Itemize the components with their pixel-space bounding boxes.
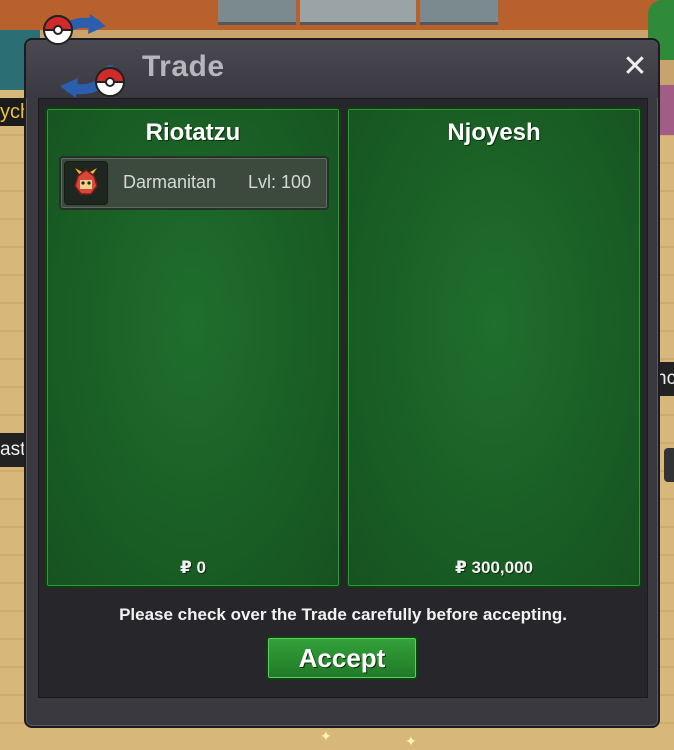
side-tab[interactable]	[664, 448, 674, 482]
their-offer-panel: Njoyesh ₽ 300,000	[346, 107, 642, 588]
window-title: Trade	[142, 50, 225, 83]
pokemon-level: Lvl: 100	[247, 172, 311, 192]
npc-name-label: ych	[0, 98, 26, 126]
wall-stripe	[420, 0, 498, 25]
trade-item[interactable]: Darmanitan Lvl: 100	[59, 156, 329, 210]
trade-notice: Please check over the Trade carefully be…	[119, 605, 567, 624]
money-offer: ₽ 300,000	[454, 558, 533, 577]
my-offer-panel: Riotatzu Darmanitan Lvl: 100 ₽ 0	[45, 107, 341, 588]
close-icon[interactable]: ✕	[620, 52, 650, 82]
sparkle-icon: ✦	[405, 733, 417, 749]
wall-stripe	[300, 0, 416, 25]
trade-window: Trade ✕ Riotatzu Darmanitan Lvl: 100 ₽ 0…	[24, 38, 660, 728]
money-offer: ₽ 0	[179, 558, 206, 577]
player-name: Njoyesh	[447, 119, 541, 146]
sparkle-icon: ✦	[320, 728, 332, 744]
pokemon-name: Darmanitan	[123, 172, 217, 192]
wall-stripe	[218, 0, 296, 25]
trade-content: Riotatzu Darmanitan Lvl: 100 ₽ 0 Njoyesh	[38, 98, 648, 698]
player-name: Riotatzu	[145, 119, 241, 146]
trade-arrows-icon	[38, 10, 130, 102]
pokemon-icon	[64, 161, 108, 205]
accept-button[interactable]: Accept	[266, 636, 418, 680]
